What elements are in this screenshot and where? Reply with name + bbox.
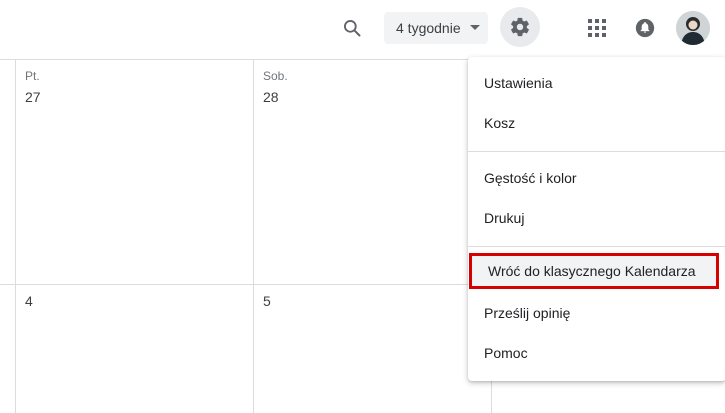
menu-divider: [468, 246, 725, 247]
day-number[interactable]: 27: [25, 89, 41, 105]
view-select-label: 4 tygodnie: [396, 20, 461, 36]
apps-grid-icon: [588, 19, 606, 37]
google-apps-button[interactable]: [582, 11, 612, 45]
grid-line: [15, 60, 16, 413]
menu-item-send-feedback[interactable]: Prześlij opinię: [468, 293, 725, 333]
avatar-image-icon: [676, 11, 710, 45]
day-name-friday: Pt.: [25, 69, 40, 83]
gear-icon: [511, 17, 529, 37]
settings-button[interactable]: [500, 7, 540, 47]
menu-item-density-color[interactable]: Gęstość i kolor: [468, 158, 725, 198]
menu-item-help[interactable]: Pomoc: [468, 333, 725, 373]
menu-item-print[interactable]: Drukuj: [468, 198, 725, 238]
settings-menu: Ustawienia Kosz Gęstość i kolor Drukuj W…: [468, 57, 725, 381]
grid-line: [253, 60, 254, 413]
menu-item-settings[interactable]: Ustawienia: [468, 63, 725, 103]
search-icon: [344, 20, 361, 37]
menu-item-back-to-classic[interactable]: Wróć do klasycznego Kalendarza: [469, 253, 719, 289]
day-number[interactable]: 4: [25, 293, 33, 309]
menu-divider: [468, 151, 725, 152]
notifications-button[interactable]: [630, 11, 660, 45]
view-select-dropdown[interactable]: 4 tygodnie: [384, 12, 488, 44]
day-number[interactable]: 28: [263, 89, 279, 105]
dropdown-caret-icon: [470, 25, 480, 30]
menu-item-trash[interactable]: Kosz: [468, 103, 725, 143]
top-bar: 4 tygodnie: [0, 0, 725, 60]
search-button[interactable]: [333, 10, 371, 46]
day-number[interactable]: 5: [263, 293, 271, 309]
day-name-saturday: Sob.: [263, 69, 288, 83]
avatar[interactable]: [676, 11, 710, 45]
notifications-bell-icon: [635, 18, 655, 38]
